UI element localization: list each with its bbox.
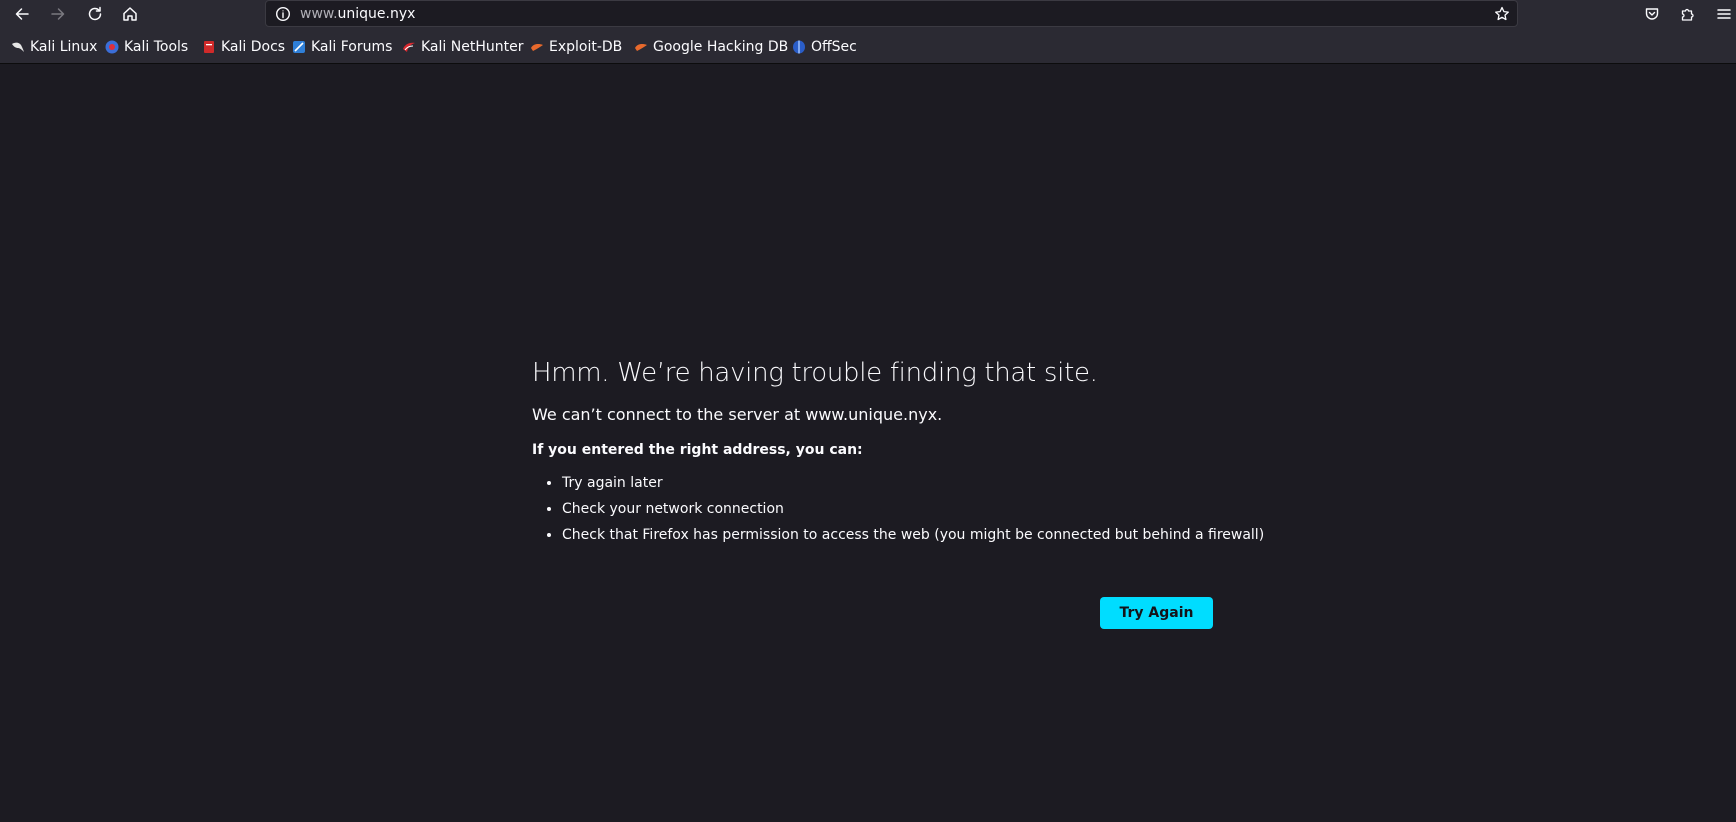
- menu-button[interactable]: [1712, 2, 1736, 26]
- site-info-icon[interactable]: [274, 5, 292, 23]
- navigation-toolbar: www.unique.nyx: [0, 0, 1736, 29]
- bookmark-label: Kali NetHunter: [421, 39, 524, 55]
- browser-window: www.unique.nyx Kali Linux Kali Tools Kal…: [0, 0, 1736, 822]
- suggestion-list: Try again later Check your network conne…: [532, 470, 1264, 548]
- bookmark-kali-nethunter[interactable]: Kali NetHunter: [402, 38, 523, 56]
- suggestion-item: Check that Firefox has permission to acc…: [562, 522, 1264, 548]
- bookmark-kali-forums[interactable]: Kali Forums: [292, 38, 392, 56]
- try-again-button[interactable]: Try Again: [1100, 597, 1213, 629]
- back-button[interactable]: [9, 2, 35, 26]
- bookmark-label: Google Hacking DB: [653, 39, 789, 55]
- reload-icon: [88, 6, 102, 21]
- bookmark-offsec[interactable]: OffSec: [792, 38, 857, 56]
- arrow-right-icon: [51, 8, 65, 20]
- exploit-db-icon: [531, 44, 543, 51]
- bookmark-kali-linux[interactable]: Kali Linux: [11, 38, 97, 56]
- bookmark-label: Kali Tools: [124, 39, 189, 55]
- url-prefix: www.: [300, 6, 338, 22]
- url-text[interactable]: www.unique.nyx: [300, 5, 415, 23]
- bookmark-star-icon[interactable]: [1493, 5, 1511, 23]
- kali-forums-icon: [293, 41, 305, 53]
- kali-nethunter-icon: [403, 42, 415, 52]
- reload-button[interactable]: [82, 2, 108, 26]
- offsec-icon: [793, 40, 805, 54]
- bookmark-label: OffSec: [811, 39, 857, 55]
- bookmark-exploit-db[interactable]: Exploit-DB: [530, 38, 622, 56]
- bookmark-google-hacking-db[interactable]: Google Hacking DB: [634, 38, 788, 56]
- bookmark-label: Kali Forums: [311, 39, 393, 55]
- url-domain: unique.nyx: [337, 6, 416, 22]
- arrow-left-icon: [15, 8, 29, 20]
- bookmark-label: Kali Linux: [30, 39, 98, 55]
- kali-linux-icon: [12, 42, 24, 52]
- error-description: We can’t connect to the server at www.un…: [532, 405, 943, 424]
- pocket-icon: [1645, 8, 1659, 20]
- bookmark-label: Kali Docs: [221, 39, 286, 55]
- extensions-button[interactable]: [1676, 2, 1700, 26]
- bookmarks-toolbar: Kali Linux Kali Tools Kali Docs Kali For…: [0, 29, 1736, 64]
- forward-button[interactable]: [45, 2, 71, 26]
- error-title: Hmm. We’re having trouble finding that s…: [532, 358, 1098, 388]
- suggestion-item: Try again later: [562, 470, 1232, 496]
- home-icon: [123, 7, 137, 21]
- bookmark-label: Exploit-DB: [549, 39, 623, 55]
- error-subheading: If you entered the right address, you ca…: [532, 442, 863, 458]
- bookmark-kali-tools[interactable]: Kali Tools: [105, 38, 188, 56]
- error-page: Hmm. We’re having trouble finding that s…: [532, 356, 1264, 548]
- toolbar-right-icons: [1636, 2, 1736, 26]
- address-bar[interactable]: www.unique.nyx: [265, 0, 1518, 27]
- suggestion-item: Check your network connection: [562, 496, 1232, 522]
- pocket-button[interactable]: [1640, 2, 1664, 26]
- google-hacking-db-icon: [635, 44, 647, 51]
- kali-docs-icon: [204, 41, 214, 53]
- puzzle-icon: [1681, 8, 1694, 21]
- home-button[interactable]: [117, 2, 143, 26]
- kali-tools-icon: [105, 40, 119, 54]
- hamburger-menu-icon: [1717, 9, 1731, 19]
- bookmark-kali-docs[interactable]: Kali Docs: [202, 38, 285, 56]
